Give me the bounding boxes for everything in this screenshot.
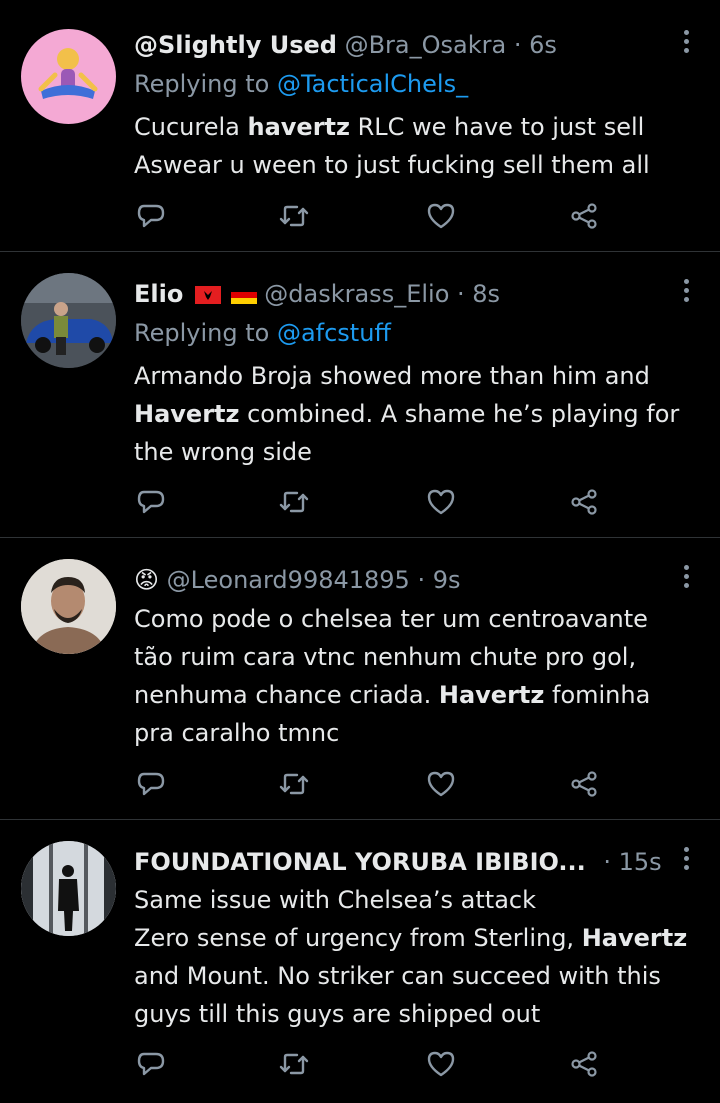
text-segment: tão ruim cara vtnc nenhum chute pro gol, <box>134 643 637 671</box>
tweet-text-line: Same issue with Chelsea’s attack <box>134 881 704 919</box>
share-icon[interactable] <box>567 767 601 801</box>
tweet-text-line: Cucurela havertz RLC we have to just sel… <box>134 108 704 146</box>
tweet-text: Armando Broja showed more than him and Ha… <box>134 357 704 471</box>
retweet-icon[interactable] <box>277 1047 311 1081</box>
timestamp[interactable]: · 6s <box>514 31 557 59</box>
tweet[interactable]: @Slightly Used @Bra_Osakra · 6s Replying… <box>0 0 720 252</box>
tweet-text-line: the wrong side <box>134 433 704 471</box>
share-icon[interactable] <box>567 199 601 233</box>
text-segment: and Mount. No striker can succeed with t… <box>134 962 661 990</box>
timestamp[interactable]: · 8s <box>457 280 500 308</box>
retweet-icon[interactable] <box>277 767 311 801</box>
tweet-text-line: Como pode o chelsea ter um centroavante <box>134 600 704 638</box>
replying-to: Replying to @TacticalChels_ <box>134 67 468 101</box>
display-name[interactable]: Elio <box>134 280 183 308</box>
retweet-icon[interactable] <box>277 199 311 233</box>
tweet-actions <box>134 1047 614 1081</box>
share-icon[interactable] <box>567 1047 601 1081</box>
tweet-text: Cucurela havertz RLC we have to just sel… <box>134 108 704 184</box>
tweet-actions <box>134 767 614 801</box>
tweet-header: 😡 @Leonard99841895 · 9s <box>134 563 461 597</box>
tweet-text-line: Zero sense of urgency from Sterling, Hav… <box>134 919 704 957</box>
more-options-icon[interactable] <box>684 565 692 592</box>
replying-prefix: Replying to <box>134 70 277 98</box>
more-options-icon[interactable] <box>684 30 692 57</box>
tweet-text-line: Havertz combined. A shame he’s playing f… <box>134 395 704 433</box>
text-segment: combined. A shame he’s playing for <box>239 400 680 428</box>
text-segment: Cucurela <box>134 113 248 141</box>
display-name[interactable]: FOUNDATIONAL YORUBA IBIBIO... <box>134 848 586 876</box>
timestamp[interactable]: · 15s <box>603 848 661 876</box>
share-icon[interactable] <box>567 485 601 519</box>
user-handle[interactable]: @daskrass_Elio <box>264 280 449 308</box>
replying-to-link[interactable]: @TacticalChels_ <box>277 70 468 98</box>
display-name[interactable]: @Slightly Used <box>134 31 337 59</box>
user-handle[interactable]: @Leonard99841895 <box>167 566 410 594</box>
reply-icon[interactable] <box>134 767 168 801</box>
user-handle[interactable]: @Bra_Osakra <box>345 31 507 59</box>
tweet-actions <box>134 485 614 519</box>
tweet-header: Elio @daskrass_Elio · 8s <box>134 277 500 311</box>
highlighted-term: Havertz <box>438 681 545 709</box>
silhouette-window-icon <box>21 841 116 936</box>
tweet[interactable]: 😡 @Leonard99841895 · 9s Como pode o chel… <box>0 538 720 820</box>
albania-flag-icon <box>194 286 221 304</box>
like-icon[interactable] <box>424 199 458 233</box>
replying-to-link[interactable]: @afcstuff <box>277 319 391 347</box>
text-segment: pra caralho tmnc <box>134 719 340 747</box>
tweet-text: Como pode o chelsea ter um centroavante t… <box>134 600 704 752</box>
tweet-header: @Slightly Used @Bra_Osakra · 6s <box>134 28 557 62</box>
text-segment: nenhuma chance criada. <box>134 681 439 709</box>
tweet-text: Same issue with Chelsea’s attack Zero sen… <box>134 881 704 1033</box>
text-segment: guys till this guys are shipped out <box>134 1000 541 1028</box>
more-options-icon[interactable] <box>684 279 692 306</box>
retweet-icon[interactable] <box>277 485 311 519</box>
person-meditating-icon <box>38 48 98 99</box>
man-portrait-icon <box>21 559 116 654</box>
text-segment: fominha <box>544 681 651 709</box>
like-icon[interactable] <box>424 767 458 801</box>
tweet-text-line: Armando Broja showed more than him and <box>134 357 704 395</box>
tweet-text-line: and Mount. No striker can succeed with t… <box>134 957 704 995</box>
text-segment: Zero sense of urgency from Sterling, <box>134 924 582 952</box>
tweet-header: FOUNDATIONAL YORUBA IBIBIO... · 15s <box>134 845 662 879</box>
highlighted-term: Havertz <box>134 400 240 428</box>
more-options-icon[interactable] <box>684 847 692 874</box>
text-segment: Aswear u ween to just fucking sell them … <box>134 151 650 179</box>
text-segment: the wrong side <box>134 438 312 466</box>
tweet-actions <box>134 199 614 233</box>
tweet-text-line: tão ruim cara vtnc nenhum chute pro gol, <box>134 638 704 676</box>
highlighted-term: havertz <box>247 113 350 141</box>
like-icon[interactable] <box>424 485 458 519</box>
person-with-car-icon <box>21 273 116 368</box>
reply-icon[interactable] <box>134 485 168 519</box>
tweet-text-line: nenhuma chance criada. Havertz fominha <box>134 676 704 714</box>
tweet-text-line: Aswear u ween to just fucking sell them … <box>134 146 704 184</box>
text-segment: Armando Broja showed more than him and <box>134 362 650 390</box>
replying-to: Replying to @afcstuff <box>134 316 391 350</box>
avatar[interactable] <box>21 273 116 368</box>
timestamp[interactable]: · 9s <box>417 566 460 594</box>
tweet[interactable]: Elio @daskrass_Elio · 8s Replying to @af… <box>0 252 720 538</box>
germany-flag-icon <box>230 286 257 304</box>
text-segment: RLC we have to just sell <box>349 113 645 141</box>
like-icon[interactable] <box>424 1047 458 1081</box>
avatar[interactable] <box>21 559 116 654</box>
text-segment: Same issue with Chelsea’s attack <box>134 886 537 914</box>
text-segment: Como pode o chelsea ter um centroavante <box>134 605 648 633</box>
tweet[interactable]: FOUNDATIONAL YORUBA IBIBIO... · 15s Same… <box>0 820 720 1103</box>
tweet-text-line: pra caralho tmnc <box>134 714 704 752</box>
highlighted-term: Havertz <box>581 924 688 952</box>
avatar[interactable] <box>21 29 116 124</box>
reply-icon[interactable] <box>134 1047 168 1081</box>
tweet-text-line: guys till this guys are shipped out <box>134 995 704 1033</box>
avatar[interactable] <box>21 841 116 936</box>
replying-prefix: Replying to <box>134 319 277 347</box>
angry-face-emoji[interactable]: 😡 <box>134 566 159 594</box>
reply-icon[interactable] <box>134 199 168 233</box>
